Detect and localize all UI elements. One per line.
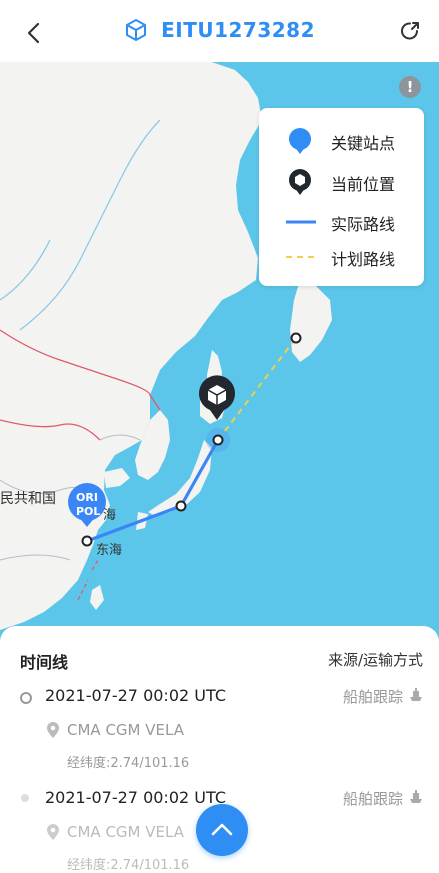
- entry-coordinates: 经纬度:2.74/101.16: [67, 858, 190, 873]
- route-stop: [81, 535, 93, 547]
- vessel-name: CMA CGM VELA: [67, 823, 184, 841]
- city-label: 海: [103, 508, 117, 523]
- taiwan-landmass: [90, 585, 104, 610]
- key-station-pin-icon: [289, 128, 311, 154]
- timeline-dot: [21, 794, 29, 802]
- legend-item: 计划路线: [259, 240, 424, 274]
- location-pin-icon: [47, 824, 59, 840]
- info-icon[interactable]: !: [399, 76, 421, 98]
- current-location-dot: [212, 434, 224, 446]
- legend-label: 当前位置: [331, 175, 396, 194]
- port-pol-label: POL: [76, 505, 101, 518]
- external-link-icon[interactable]: [399, 20, 421, 42]
- legend-label: 实际路线: [331, 215, 396, 234]
- route-stop: [290, 332, 302, 344]
- chevron-up-icon: [211, 823, 233, 836]
- entry-source: 船舶跟踪: [342, 688, 403, 706]
- current-location-pin-icon: [289, 169, 311, 195]
- country-label: 民共和国: [0, 491, 56, 507]
- entry-source: 船舶跟踪: [342, 790, 403, 808]
- entry-time: 2021-07-27 00:02 UTC: [45, 686, 226, 705]
- legend-item: 当前位置: [259, 165, 424, 199]
- sea-label: 东海: [96, 543, 123, 558]
- ship-icon: [410, 688, 422, 701]
- timeline-dot: [20, 692, 32, 704]
- container-box-icon: [126, 19, 146, 41]
- actual-route-line: [286, 220, 316, 224]
- legend-label: 计划路线: [331, 250, 396, 269]
- shandong-landmass: [104, 468, 130, 488]
- tracking-map[interactable]: 民共和国 ORI POL 海 东海 ! 关键站点 当前位置 实际路线 计划路线: [0, 58, 439, 678]
- planned-route-dashed-line: [286, 256, 316, 258]
- kamchatka-landmass: [290, 280, 332, 362]
- legend-label: 关键站点: [331, 134, 396, 153]
- route-stop: [175, 500, 187, 512]
- header-title-group: EITU1273282: [0, 18, 439, 48]
- page-title: EITU1273282: [161, 18, 315, 42]
- legend-item: 关键站点: [259, 124, 424, 158]
- port-origin-label: ORI: [76, 491, 98, 504]
- app-header: EITU1273282: [0, 0, 439, 62]
- ship-icon: [410, 790, 422, 803]
- map-legend: 关键站点 当前位置 实际路线 计划路线: [259, 108, 424, 286]
- legend-item: 实际路线: [259, 205, 424, 239]
- timeline-entry[interactable]: 2021-07-27 00:02 UTC 船舶跟踪 CMA CGM VELA 经…: [0, 626, 439, 771]
- mainland-landmass: [0, 58, 262, 630]
- scroll-up-button[interactable]: [196, 804, 248, 856]
